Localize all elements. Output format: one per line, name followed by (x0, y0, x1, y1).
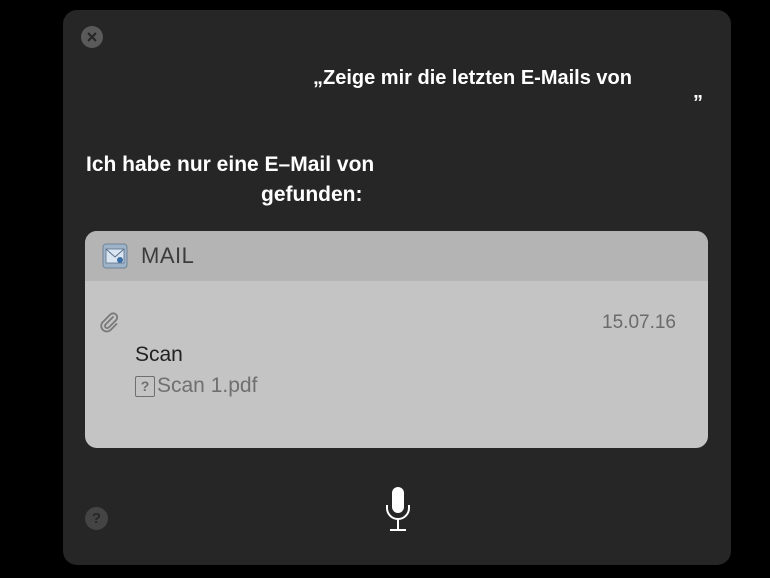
siri-response: Ich habe nur eine E–Mail von gefunden: (86, 150, 506, 210)
help-button[interactable]: ? (85, 507, 108, 530)
mail-result-card[interactable]: MAIL 15.07.16 Scan ? Scan 1.pdf (85, 231, 708, 448)
response-line-1: Ich habe nur eine E–Mail von (86, 153, 375, 176)
query-close-quote: ” (693, 92, 703, 114)
mail-card-header: MAIL (85, 231, 708, 281)
user-query: „Zeige mir die letzten E-Mails von (313, 67, 632, 89)
attachment-name: Scan 1.pdf (157, 374, 258, 397)
attachment[interactable]: ? Scan 1.pdf (135, 374, 257, 398)
close-button[interactable] (81, 26, 103, 48)
mail-subject: Scan (135, 343, 183, 366)
paperclip-icon (100, 312, 119, 333)
microphone-icon[interactable] (383, 485, 413, 535)
mail-app-icon (102, 243, 128, 269)
response-line-2: gefunden: (261, 183, 363, 206)
mail-date: 15.07.16 (602, 312, 676, 333)
unknown-file-icon: ? (135, 375, 155, 397)
siri-panel: „Zeige mir die letzten E-Mails von ” Ich… (63, 10, 731, 565)
close-icon (87, 32, 97, 42)
mail-app-name: MAIL (141, 243, 195, 268)
